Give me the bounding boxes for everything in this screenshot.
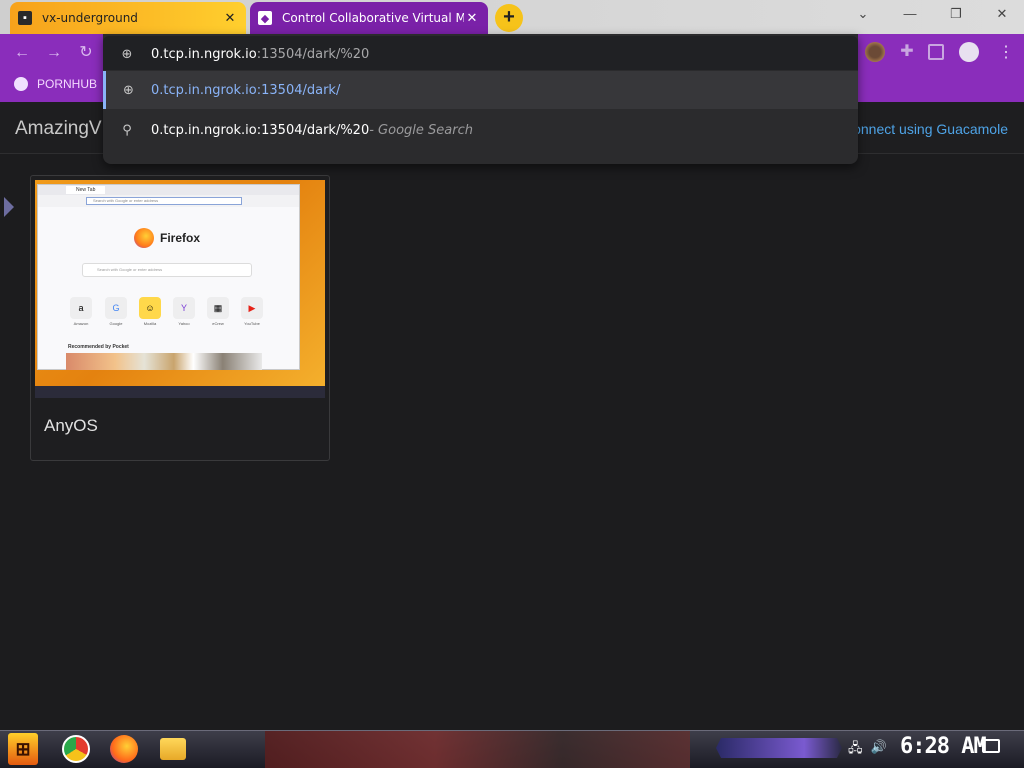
network-icon[interactable]: 🖧: [848, 739, 863, 761]
vm-card-name[interactable]: AnyOS: [44, 416, 98, 436]
guacamole-link[interactable]: Connect using Guacamole: [843, 121, 1008, 137]
tab-title: vx-underground: [42, 11, 138, 25]
suggestion-text: 0.tcp.in.ngrok.io:13504/dark/: [151, 82, 341, 98]
profile-extension-icon[interactable]: [865, 42, 885, 62]
tab-search-chevron-icon[interactable]: ⌄: [843, 6, 883, 26]
globe-icon: [14, 77, 28, 91]
minimize-button[interactable]: —: [890, 6, 930, 26]
thumbnail-shortcut-label: Yahoo: [178, 321, 190, 326]
tab-control-collaborative-vm[interactable]: ◆ Control Collaborative Virtual M ✕: [250, 2, 488, 34]
thumbnail-shortcut: Y: [173, 297, 195, 319]
thumbnail-address-bar: Search with Google or enter address: [38, 195, 299, 207]
tab-vx-underground[interactable]: ▪ vx-underground ✕: [10, 2, 246, 34]
omnibox-path: :13504/dark/%20: [256, 46, 370, 62]
restore-button[interactable]: ❐: [936, 6, 976, 26]
new-tab-button[interactable]: +: [495, 4, 523, 32]
search-icon: ⚲: [122, 122, 132, 138]
thumbnail-shortcut-label: YouTube: [244, 321, 260, 326]
suggestion-text: 0.tcp.in.ngrok.io:13504/dark/%20: [151, 122, 370, 138]
thumbnail-pocket-tiles: [66, 353, 262, 370]
thumbnail-shortcut: ▶: [241, 297, 263, 319]
thumbnail-url-field: Search with Google or enter address: [86, 197, 242, 205]
close-tab-icon[interactable]: ✕: [222, 10, 238, 26]
thumbnail-shortcut: ▦: [207, 297, 229, 319]
tab-title: Control Collaborative Virtual M: [282, 11, 464, 25]
omnibox-suggestion-url[interactable]: ⊕ 0.tcp.in.ngrok.io:13504/dark/: [103, 71, 858, 109]
file-explorer-taskbar-icon[interactable]: [160, 738, 186, 760]
suggestion-suffix: - Google Search: [369, 122, 473, 138]
thumbnail-tab-title: New Tab: [66, 186, 106, 194]
omnibox-host: 0.tcp.in.ngrok.io: [151, 46, 257, 62]
close-tab-icon[interactable]: ✕: [464, 10, 480, 26]
thumbnail-shortcut-label: Amazon: [73, 321, 89, 326]
taskbar-window-preview[interactable]: [265, 731, 690, 768]
avatar[interactable]: [959, 42, 979, 62]
firefox-taskbar-icon[interactable]: [110, 735, 138, 763]
thumbnail-shortcut-label: Google: [109, 321, 123, 326]
bookmark-item[interactable]: PORNHUB: [14, 77, 97, 91]
thumbnail-firefox-brand: Firefox: [134, 228, 200, 248]
thumbnail-search-box: Search with Google or enter address: [82, 263, 252, 277]
thumbnail-shortcut-label: Mozilla: [143, 321, 157, 326]
globe-icon: ⊕: [123, 82, 134, 98]
thumbnail-shortcut: G: [105, 297, 127, 319]
thumbnail-tab-bar: New Tab: [38, 185, 299, 195]
system-tray: 🖧 🔊: [848, 739, 887, 761]
thumbnail-shortcut: a: [70, 297, 92, 319]
thumbnail-shortcut-label: eCrew: [212, 321, 224, 326]
taskbar-decoration: [716, 738, 842, 758]
close-window-button[interactable]: ✕: [982, 6, 1022, 26]
thumbnail-taskbar: [35, 386, 325, 398]
thumbnail-firefox-window: New Tab Search with Google or enter addr…: [37, 184, 300, 370]
omnibox-input[interactable]: ⊕ 0.tcp.in.ngrok.io:13504/dark/%20: [103, 35, 858, 73]
mouse-cursor-icon: [4, 197, 14, 217]
globe-icon: ⊕: [121, 46, 133, 62]
omnibox-suggestion-search[interactable]: ⚲ 0.tcp.in.ngrok.io:13504/dark/%20 - Goo…: [103, 111, 858, 149]
bookmark-label: PORNHUB: [37, 77, 98, 91]
puzzle-extensions-icon[interactable]: ✚: [897, 42, 917, 62]
firefox-logo-icon: [134, 228, 154, 248]
start-button[interactable]: ⊞: [8, 733, 38, 765]
back-button[interactable]: ←: [12, 43, 32, 63]
forward-button[interactable]: →: [44, 43, 64, 63]
more-menu-icon[interactable]: ⋮: [998, 42, 1014, 62]
thumbnail-pocket-heading: Recommended by Pocket: [68, 344, 129, 350]
chrome-taskbar-icon[interactable]: [62, 735, 90, 763]
shield-icon: ◆: [258, 11, 272, 25]
side-panel-icon[interactable]: [928, 44, 944, 60]
notification-center-icon[interactable]: [982, 739, 1000, 753]
thumbnail-shortcut: ☺: [139, 297, 161, 319]
vx-underground-icon: ▪: [18, 11, 32, 25]
taskbar-clock[interactable]: 6:28 AM: [900, 734, 987, 759]
thumbnail-brand-label: Firefox: [160, 231, 201, 245]
reload-button[interactable]: ↻: [76, 43, 96, 63]
volume-icon[interactable]: 🔊: [871, 739, 887, 761]
